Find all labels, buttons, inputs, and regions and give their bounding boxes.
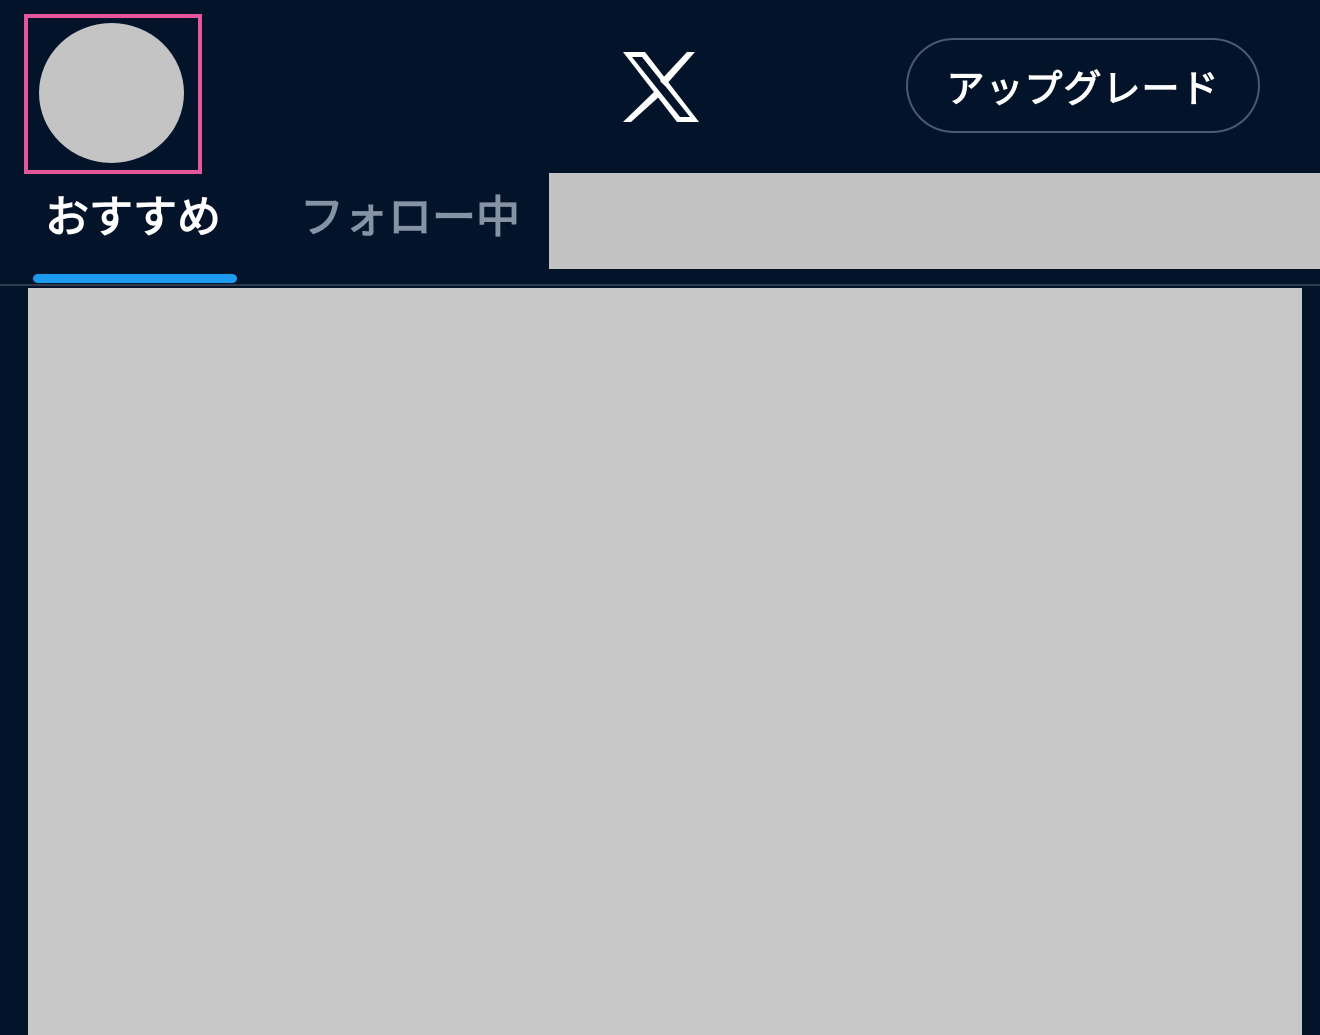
redacted-region — [549, 173, 1320, 269]
avatar[interactable] — [39, 23, 184, 163]
top-header: アップグレード — [0, 0, 1320, 174]
tab-recommended[interactable]: おすすめ — [45, 192, 221, 244]
timeline-tabs: おすすめ フォロー中 — [0, 172, 1320, 285]
upgrade-button[interactable]: アップグレード — [906, 38, 1260, 133]
tabs-divider — [0, 284, 1320, 286]
x-logo-icon[interactable] — [621, 50, 701, 124]
timeline-content[interactable] — [28, 288, 1302, 1035]
active-tab-indicator — [33, 274, 237, 283]
tab-following[interactable]: フォロー中 — [300, 192, 520, 244]
